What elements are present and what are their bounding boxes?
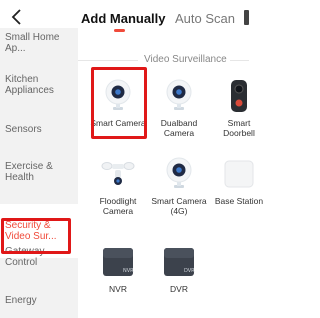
doorbell-icon — [222, 79, 256, 113]
sidebar-item-energy[interactable]: Energy — [5, 295, 73, 306]
nvr-icon: NVR — [101, 245, 135, 279]
device-base-station[interactable]: Base Station — [211, 157, 267, 206]
sidebar-item-kitchen-appliances[interactable]: Kitchen Appliances — [5, 74, 73, 96]
selected-category-highlight — [1, 218, 71, 254]
device-dvr[interactable]: DVR DVR — [151, 245, 207, 294]
scan-icon[interactable] — [244, 10, 249, 25]
device-dualband-camera[interactable]: Dualband Camera — [151, 79, 207, 138]
nvr-badge-text: NVR — [123, 268, 134, 274]
dvr-icon: DVR — [162, 245, 196, 279]
device-label: Floodlight Camera — [99, 196, 137, 216]
device-floodlight-camera[interactable]: Floodlight Camera — [90, 157, 146, 216]
device-label: Smart Camera (4G) — [151, 196, 207, 216]
back-arrow-icon[interactable] — [6, 6, 30, 28]
section-title: Video Surveillance — [144, 54, 227, 65]
dvr-badge-text: DVR — [184, 268, 195, 274]
base-station-icon — [222, 157, 256, 191]
device-smart-camera-4g[interactable]: Smart Camera (4G) — [151, 157, 207, 216]
active-tab-indicator — [114, 29, 125, 32]
tab-auto-scan[interactable]: Auto Scan — [175, 11, 235, 26]
device-label: NVR — [109, 284, 127, 294]
sidebar-item-exercise-health[interactable]: Exercise & Health — [5, 161, 73, 183]
device-nvr[interactable]: NVR NVR — [90, 245, 146, 294]
camera-icon — [162, 79, 196, 113]
sidebar-item-sensors[interactable]: Sensors — [5, 124, 73, 135]
smart-camera-highlight — [91, 67, 147, 139]
sidebar-item-small-home-appliances[interactable]: Small Home Ap... — [5, 32, 73, 54]
device-label: Dualband Camera — [160, 118, 198, 138]
device-smart-doorbell[interactable]: Smart Doorbell — [211, 79, 267, 138]
camera-icon — [162, 157, 196, 191]
category-sidebar: Small Home Ap... Kitchen Appliances Sens… — [0, 28, 78, 318]
device-label: Smart Doorbell — [223, 118, 255, 138]
device-label: DVR — [170, 284, 188, 294]
floodlight-camera-icon — [101, 157, 135, 191]
tab-add-manually[interactable]: Add Manually — [81, 11, 166, 26]
device-label: Base Station — [214, 196, 264, 206]
